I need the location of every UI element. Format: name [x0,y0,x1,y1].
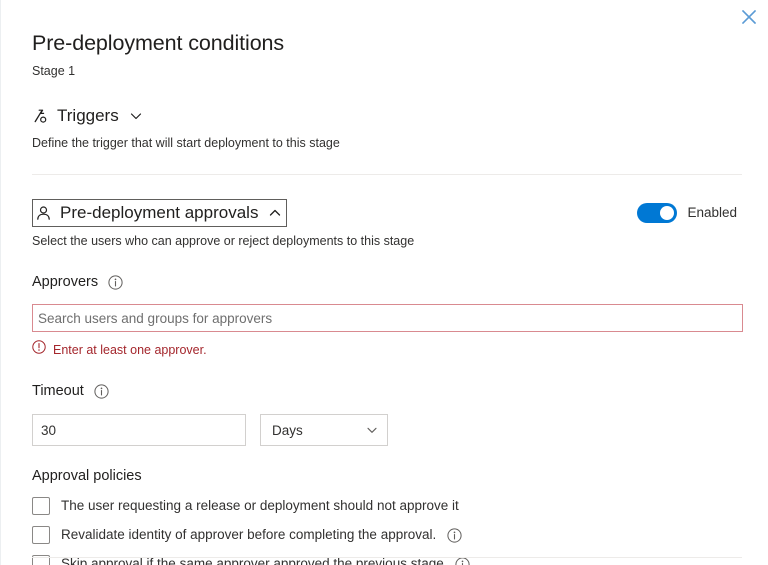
person-icon-glyph [37,205,50,220]
info-icon[interactable] [94,383,109,399]
approvers-label: Approvers [32,274,99,290]
chevron-up-icon [268,206,282,220]
chevron-down-icon-glyph [367,427,377,433]
approvers-label-row: Approvers [32,250,742,292]
chevron-down-icon [365,423,379,437]
pre-deployment-conditions-panel: Pre-deployment conditions Stage 1 Trigge… [0,0,768,565]
policy-checkbox-no-self-approve[interactable] [32,497,50,515]
page-title: Pre-deployment conditions [32,31,285,55]
close-icon[interactable] [734,2,764,32]
approvals-toggle-group: Enabled [637,203,742,223]
pre-deployment-approvals-section: Pre-deployment approvals Enabled Select … [32,175,743,565]
approvers-error-text: Enter at least one approver. [53,342,207,357]
person-icon [35,205,52,222]
triggers-section: Triggers Define the trigger that will st… [32,79,742,152]
approvers-error: Enter at least one approver. [32,332,742,359]
policy-row: Skip approval if the same approver appro… [32,544,742,565]
approvals-description: Select the users who can approve or reje… [32,234,415,248]
policy-label: Revalidate identity of approver before c… [61,527,437,542]
info-icon[interactable] [108,274,123,290]
stage-subtitle: Stage 1 [32,64,76,78]
triggers-title: Triggers [57,106,119,125]
policy-label: The user requesting a release or deploym… [61,498,459,513]
error-circle-icon-glyph [32,340,46,354]
triggers-section-header[interactable]: Triggers [32,103,145,129]
approval-policies-title: Approval policies [32,468,142,484]
info-icon-glyph [108,274,123,290]
trigger-fork-icon-glyph [34,109,47,123]
info-icon[interactable] [447,527,462,543]
toggle-knob [660,206,675,220]
pre-deployment-approvals-header[interactable]: Pre-deployment approvals [32,199,288,227]
timeout-value-input[interactable] [32,414,246,446]
policy-row: Revalidate identity of approver before c… [32,515,742,544]
chevron-down-icon [129,109,143,123]
chevron-up-icon-glyph [270,209,281,216]
timeout-row: Days [32,401,742,446]
approvals-title: Pre-deployment approvals [60,203,259,222]
trigger-fork-icon [32,108,49,125]
chevron-down-icon-glyph [130,113,141,120]
triggers-description: Define the trigger that will start deplo… [32,136,340,150]
error-circle-icon [32,340,46,359]
info-icon-glyph [447,527,462,543]
timeout-unit-label: Days [272,422,303,438]
approvals-header-row: Pre-deployment approvals Enabled [32,199,742,227]
bottom-divider [32,557,742,558]
close-icon-glyph [742,10,756,24]
info-icon-glyph [94,383,109,399]
search-approvers-input[interactable] [32,304,743,332]
policy-row: The user requesting a release or deploym… [32,486,742,515]
approvals-enabled-toggle[interactable] [637,203,678,223]
timeout-label-row: Timeout [32,359,742,401]
approvals-toggle-label: Enabled [687,205,737,220]
timeout-label: Timeout [32,383,84,399]
panel-content: Pre-deployment conditions Stage 1 Trigge… [1,0,768,565]
policy-checkbox-revalidate-identity[interactable] [32,526,50,544]
timeout-unit-dropdown[interactable]: Days [260,414,388,446]
